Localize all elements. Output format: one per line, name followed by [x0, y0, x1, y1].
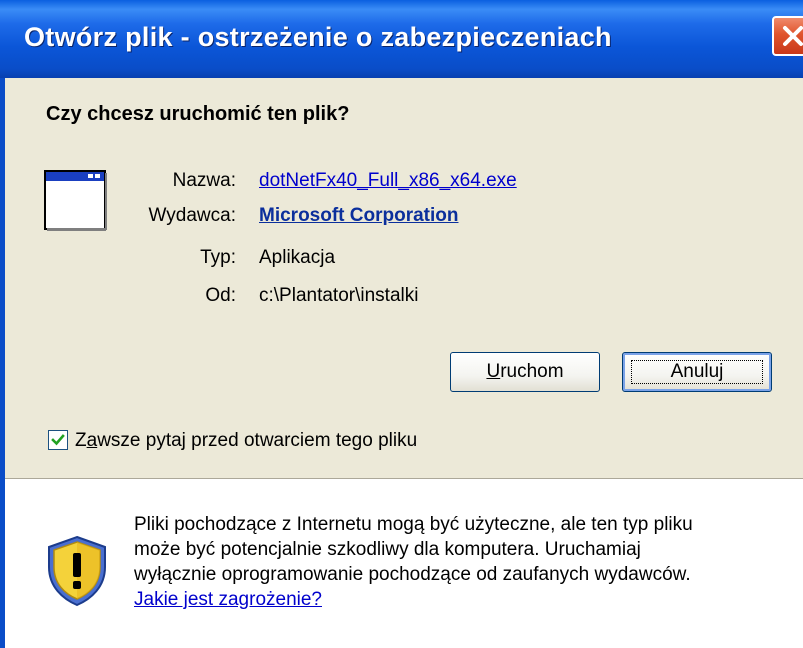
name-label: Nazwa:	[172, 170, 236, 191]
security-warning-dialog: Otwórz plik - ostrzeżenie o zabezpieczen…	[0, 0, 803, 648]
focus-rectangle	[631, 360, 763, 384]
window-title: Otwórz plik - ostrzeżenie o zabezpieczen…	[24, 22, 612, 52]
run-button[interactable]: Uruchom	[450, 352, 600, 392]
checkbox-label-accel: a	[86, 430, 98, 451]
always-ask-checkbox[interactable]	[48, 430, 68, 450]
run-button-label: ruchom	[500, 361, 564, 382]
checkmark-icon	[51, 434, 65, 446]
type-value: Aplikacja	[259, 247, 336, 268]
close-icon	[783, 26, 803, 46]
run-button-accel: U	[486, 361, 501, 382]
close-button[interactable]	[772, 16, 803, 56]
dialog-question: Czy chcesz uruchomić ten plik?	[46, 103, 350, 125]
security-shield-icon	[48, 535, 106, 607]
publisher-link[interactable]: Microsoft Corporation	[259, 205, 459, 227]
source-value: c:\Plantator\instalki	[259, 285, 419, 306]
file-name-link[interactable]: dotNetFx40_Full_x86_x64.exe	[259, 170, 517, 192]
source-label: Od:	[205, 285, 236, 306]
always-ask-label[interactable]: Zawsze pytaj przed otwarciem tego pliku	[75, 430, 417, 452]
publisher-label: Wydawca:	[148, 205, 236, 226]
warning-line: wyłącznie oprogramowanie pochodzące od z…	[134, 564, 691, 585]
cancel-button[interactable]: Anuluj	[622, 352, 772, 392]
warning-message: Pliki pochodzące z Internetu mogą być uż…	[134, 512, 789, 612]
checkbox-label-first: Z	[75, 430, 87, 451]
checkbox-label-rest: wsze pytaj przed otwarciem tego pliku	[97, 430, 418, 451]
type-label: Typ:	[200, 247, 236, 268]
warning-line: może być potencjalnie szkodliwy dla komp…	[134, 539, 641, 560]
what-is-the-risk-link[interactable]: Jakie jest zagrożenie?	[134, 587, 789, 612]
title-bar[interactable]: Otwórz plik - ostrzeżenie o zabezpieczen…	[0, 0, 803, 78]
warning-line: Pliki pochodzące z Internetu mogą być uż…	[134, 514, 693, 535]
